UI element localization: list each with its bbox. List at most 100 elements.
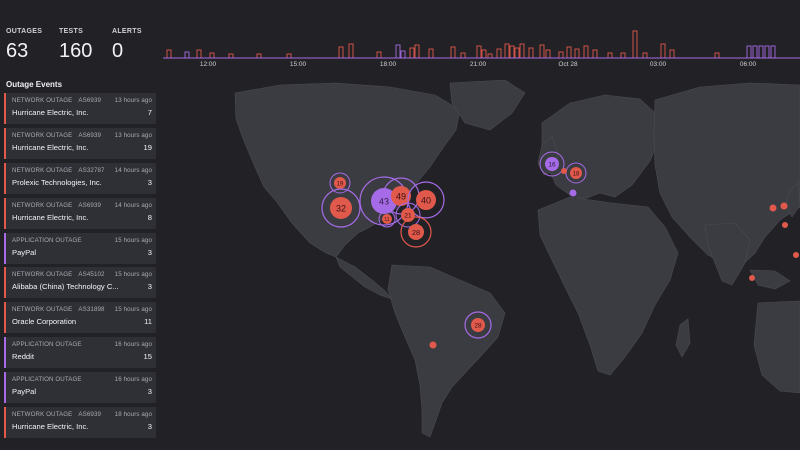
outage-events-title: Outage Events — [6, 80, 63, 89]
timeline-bar[interactable] — [642, 52, 648, 59]
world-outage-map[interactable]: 19 32 43 49 40 21 11 28 16 18 28 — [160, 75, 800, 450]
outage-dot[interactable] — [429, 341, 437, 349]
timeline-bar[interactable] — [583, 45, 589, 59]
africa — [537, 196, 679, 376]
outage-dot[interactable] — [561, 168, 567, 174]
timeline-bar[interactable] — [764, 45, 770, 59]
event-count: 11 — [144, 317, 152, 327]
timeline-bar[interactable] — [460, 52, 466, 59]
timeline-bar[interactable] — [632, 30, 638, 59]
event-card[interactable]: NETWORK OUTAGE AS31898 15 hours ago Oracle… — [4, 302, 156, 334]
outage-dot[interactable] — [780, 202, 788, 210]
event-time: 15 hours ago — [114, 306, 152, 314]
event-card[interactable]: NETWORK OUTAGE AS32787 14 hours ago Prolex… — [4, 162, 156, 194]
event-card[interactable]: NETWORK OUTAGE AS6939 13 hours ago Hurrica… — [4, 93, 156, 124]
outages-stat[interactable]: OUTAGES 63 — [6, 28, 59, 63]
timeline-bar[interactable] — [166, 49, 172, 59]
timeline-tick-label: 21:00 — [470, 61, 487, 68]
event-card[interactable]: APPLICATION OUTAGE 16 hours ago Reddit 15 — [4, 337, 156, 369]
cluster-count: 28 — [412, 228, 420, 237]
stat-label: ALERTS — [112, 28, 142, 35]
timeline-bar[interactable] — [496, 48, 502, 59]
timeline-bar[interactable] — [770, 45, 776, 59]
timeline-bar[interactable] — [714, 52, 720, 59]
cluster-count: 40 — [421, 196, 431, 206]
timeline-bar[interactable] — [528, 47, 534, 59]
timeline-bar[interactable] — [519, 43, 525, 59]
event-type: NETWORK OUTAGE — [12, 306, 73, 314]
outage-dot[interactable] — [782, 222, 788, 228]
timeline-bar[interactable] — [395, 44, 401, 59]
timeline-bar[interactable] — [566, 46, 572, 59]
timeline-bar[interactable] — [592, 49, 598, 59]
timeline-bar[interactable] — [758, 45, 764, 59]
timeline-bar[interactable] — [504, 43, 510, 59]
event-asn: AS6939 — [78, 411, 102, 419]
event-time: 16 hours ago — [114, 341, 152, 349]
event-card[interactable]: NETWORK OUTAGE AS6939 14 hours ago Hurrica… — [4, 197, 156, 229]
timeline-bar[interactable] — [558, 51, 564, 59]
timeline-bar[interactable] — [746, 45, 752, 59]
timeline-bar[interactable] — [428, 48, 434, 59]
event-count: 3 — [147, 247, 152, 257]
event-type: NETWORK OUTAGE — [12, 271, 73, 279]
event-card[interactable]: NETWORK OUTAGE AS6939 18 hours ago Hurrica… — [4, 407, 156, 439]
event-card[interactable]: NETWORK OUTAGE AS45102 15 hours ago Alibab… — [4, 267, 156, 299]
timeline-bar[interactable] — [209, 52, 215, 59]
timeline-bar[interactable] — [376, 51, 382, 59]
outage-dot[interactable] — [769, 204, 777, 212]
timeline-bar[interactable] — [539, 44, 545, 59]
event-type: APPLICATION OUTAGE — [12, 376, 82, 384]
outage-dot[interactable] — [793, 252, 799, 258]
timeline-bar[interactable] — [184, 51, 190, 59]
cluster-count: 49 — [396, 192, 406, 202]
event-type: APPLICATION OUTAGE — [12, 341, 82, 349]
timeline-bar[interactable] — [409, 47, 415, 59]
timeline-bar[interactable] — [752, 45, 758, 59]
event-name: Reddit — [12, 352, 34, 362]
timeline-bar[interactable] — [660, 43, 666, 59]
timeline-bar[interactable] — [514, 47, 520, 59]
timeline-bar[interactable] — [286, 53, 292, 59]
event-time: 15 hours ago — [114, 271, 152, 279]
timeline-bar[interactable] — [509, 45, 515, 59]
event-card[interactable]: APPLICATION OUTAGE 15 hours ago PayPal 3 — [4, 232, 156, 264]
event-card[interactable]: APPLICATION OUTAGE 16 hours ago PayPal 3 — [4, 372, 156, 404]
cluster-count: 28 — [474, 323, 482, 330]
event-type: NETWORK OUTAGE — [12, 411, 73, 419]
timeline-bar[interactable] — [196, 49, 202, 59]
timeline-bar[interactable] — [476, 45, 482, 59]
outage-dot[interactable] — [749, 275, 755, 281]
timeline-bar[interactable] — [400, 50, 406, 59]
event-asn: AS31898 — [78, 306, 105, 314]
madagascar — [675, 318, 691, 358]
timeline-bar[interactable] — [545, 49, 551, 59]
outage-dot[interactable] — [569, 189, 577, 197]
event-name: Prolexic Technologies, Inc. — [12, 177, 102, 187]
outage-cluster[interactable]: 28 — [400, 216, 432, 248]
event-name: Hurricane Electric, Inc. — [12, 422, 89, 432]
timeline-bar[interactable] — [607, 52, 613, 59]
south-america — [387, 264, 506, 438]
timeline-bar[interactable] — [487, 53, 493, 59]
timeline-bar[interactable] — [574, 48, 580, 59]
event-card[interactable]: NETWORK OUTAGE AS6939 13 hours ago Hurrica… — [4, 127, 156, 159]
timeline-bar[interactable] — [256, 53, 262, 59]
event-count: 8 — [147, 212, 152, 222]
cluster-count: 16 — [548, 162, 556, 169]
timeline-bar[interactable] — [414, 44, 420, 59]
timeline-bar[interactable] — [620, 52, 626, 59]
timeline-bar[interactable] — [450, 46, 456, 59]
greenland — [449, 79, 526, 131]
stat-value: 0 — [112, 40, 124, 62]
event-asn: AS6939 — [78, 201, 102, 209]
timeline-bar[interactable] — [481, 49, 487, 59]
timeline-bar[interactable] — [348, 43, 354, 59]
tests-stat[interactable]: TESTS 160 — [59, 28, 112, 63]
timeline-bar[interactable] — [338, 46, 344, 59]
alerts-stat[interactable]: ALERTS 0 — [112, 28, 165, 63]
stat-label: OUTAGES — [6, 28, 43, 35]
timeline-bar[interactable] — [228, 53, 234, 59]
timeline-bar[interactable] — [669, 49, 675, 59]
outage-timeline[interactable]: 12:00 15:00 18:00 21:00 Oct 28 03:00 06:… — [163, 28, 800, 74]
